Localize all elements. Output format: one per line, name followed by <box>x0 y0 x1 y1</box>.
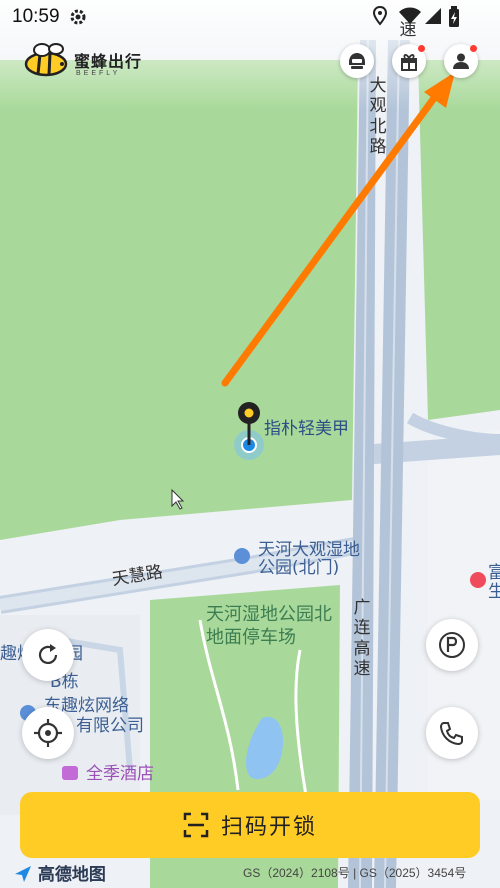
refresh-icon <box>38 644 58 664</box>
park-area-north <box>0 60 358 540</box>
app-name: 蜜蜂出行 <box>74 52 143 71</box>
poi-label-right-1: 富 <box>488 563 500 583</box>
amap-logo: 高德地图 <box>14 860 106 885</box>
scan-unlock-label: 扫码开锁 <box>220 815 317 840</box>
customer-service-button[interactable] <box>426 707 478 759</box>
profile-button[interactable] <box>444 44 478 78</box>
bee-logo-icon <box>24 43 68 77</box>
expressway-label: 广连高速 <box>353 598 371 680</box>
poi-label-park: 天河大观湿地公园(北门) <box>258 540 360 578</box>
battery-charging-icon <box>449 6 459 27</box>
location-status-icon <box>372 6 388 26</box>
poi-pin-hospital[interactable] <box>470 572 486 588</box>
poi-pin-hotel[interactable] <box>62 766 78 780</box>
parking-icon <box>439 632 465 658</box>
scan-unlock-button[interactable]: 扫码开锁 <box>20 792 480 858</box>
phone-icon <box>439 722 463 746</box>
gift-button[interactable] <box>392 44 426 78</box>
cross-road <box>359 435 500 465</box>
poi-label-company-line2: 有限公司 <box>76 716 144 736</box>
wifi-icon <box>399 7 421 24</box>
helmet-icon <box>349 53 365 69</box>
poi-pin-park[interactable] <box>234 548 250 564</box>
gift-icon <box>401 54 417 71</box>
app-screen: 速 大观北路 指朴轻美甲 天河大观湿地公园(北门) 天慧路 天河湿地公园北地面停… <box>0 0 500 888</box>
map-license-text: GS（2024）2108号 | GS（2025）3454号 <box>243 866 467 880</box>
user-icon <box>453 53 469 69</box>
profile-notification-dot <box>470 45 477 52</box>
app-subtitle: BEEFLY <box>76 70 121 77</box>
parking-lot-label: 天河湿地公园北地面停车场 <box>206 604 332 648</box>
poi-label-hotel: 全季酒店 <box>86 764 154 784</box>
crosshair-icon <box>34 719 62 747</box>
settings-gear-icon <box>70 9 86 25</box>
poi-label-right-2: 生 <box>488 582 500 602</box>
gift-notification-dot <box>418 45 425 52</box>
amap-arrow-icon <box>15 866 31 882</box>
marker-pin-center <box>244 408 254 418</box>
parking-button[interactable] <box>426 619 478 671</box>
helmet-service-button[interactable] <box>340 44 374 78</box>
signal-icon <box>425 8 441 24</box>
amap-label: 高德地图 <box>37 865 106 885</box>
scan-icon <box>183 812 209 838</box>
locate-me-button[interactable] <box>22 707 74 759</box>
marker-label: 指朴轻美甲 <box>264 419 349 439</box>
park-area-east <box>418 60 500 420</box>
status-bar: 10:59 <box>0 0 500 34</box>
status-time: 10:59 <box>12 6 60 27</box>
app-header: 蜜蜂出行 BEEFLY <box>0 34 500 92</box>
map-view[interactable] <box>0 0 500 888</box>
refresh-button[interactable] <box>22 629 74 681</box>
